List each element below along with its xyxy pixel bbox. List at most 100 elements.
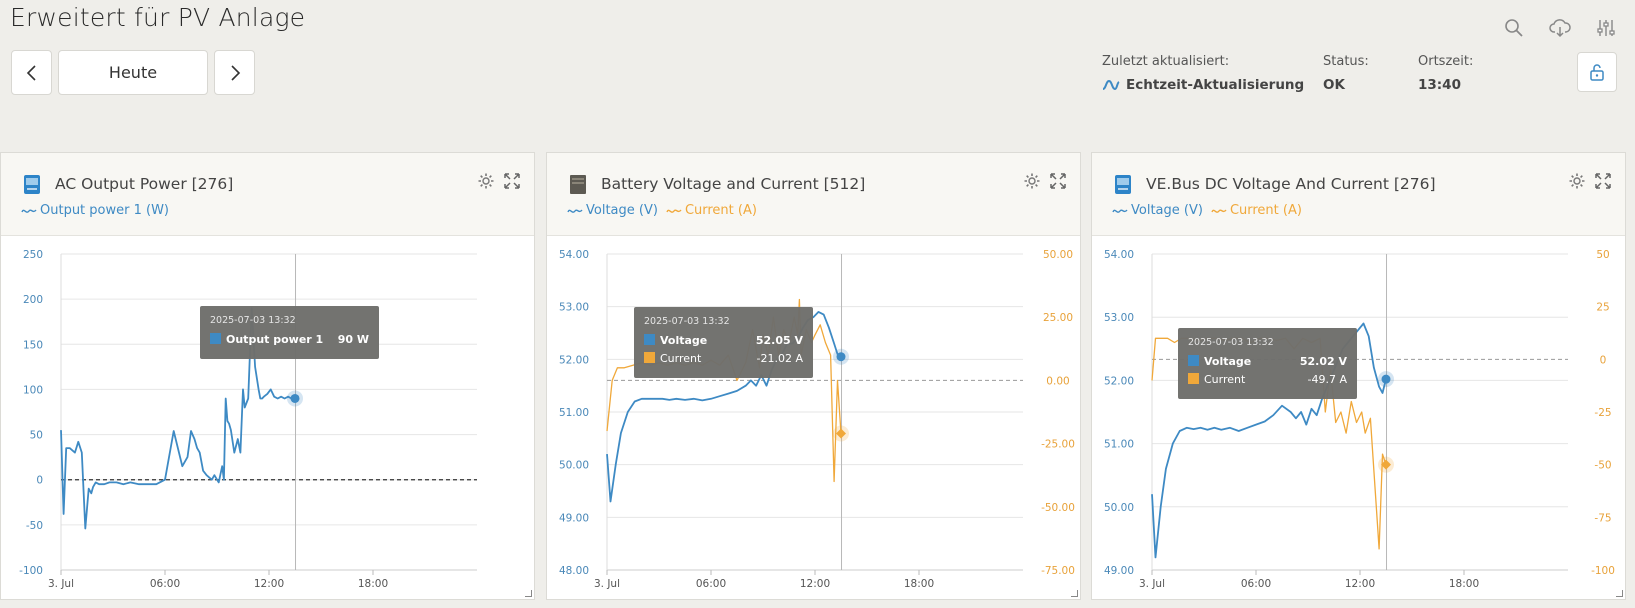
chart-area[interactable]: 54.00 53.00 52.00 51.00 50.00 49.00 48.00 50.00…: [547, 237, 1080, 599]
next-period-button[interactable]: [214, 50, 255, 95]
y-tick-label: 48.00: [559, 565, 589, 577]
unlock-icon: [1590, 64, 1604, 81]
chart-svg: 54.00 53.00 52.00 51.00 50.00 49.00 48.00 50.00…: [559, 249, 1075, 590]
x-tick-label: 12:00: [1345, 578, 1375, 590]
chart-area[interactable]: 54.00 53.00 52.00 51.00 50.00 49.00 50 25 0 -25 -5…: [1092, 237, 1625, 599]
legend-item[interactable]: Voltage (V): [1112, 203, 1203, 218]
gear-icon: [478, 173, 494, 189]
inverter-icon: [24, 175, 40, 194]
resize-handle[interactable]: [1071, 590, 1078, 597]
period-button[interactable]: Heute: [58, 50, 208, 95]
y-tick-label: 100: [23, 384, 43, 396]
last-updated: Zuletzt aktualisiert: Echtzeit-Aktualisi…: [1102, 54, 1304, 93]
x-tick-label: 12:00: [254, 578, 284, 590]
y-tick-label: 50.00: [1104, 502, 1134, 514]
legend-label: Voltage (V): [1131, 203, 1203, 218]
resize-handle[interactable]: [1616, 590, 1623, 597]
y-tick-label: 50.00: [559, 460, 589, 472]
y2-tick-label: 25: [1596, 302, 1609, 314]
panel-expand-button[interactable]: [1593, 171, 1613, 191]
legend-label: Voltage (V): [586, 203, 658, 218]
y2-tick-label: -75: [1594, 512, 1611, 524]
y-tick-label: 53.00: [1104, 312, 1134, 324]
chart-panel: Battery Voltage and Current [512] Voltag…: [546, 152, 1081, 600]
hover-marker: [290, 393, 300, 403]
y-tick-label: 53.00: [559, 302, 589, 314]
search-icon: [1505, 19, 1523, 37]
tooltip: 2025-07-03 13:32 Voltage 52.05 V Current -21…: [634, 307, 813, 378]
y-tick-label: 49.00: [559, 512, 589, 524]
y-tick-label: 54.00: [559, 249, 589, 261]
inverter-icon: [1115, 175, 1131, 194]
period-label: Heute: [108, 63, 158, 82]
y-tick-label: 0: [36, 475, 43, 487]
y2-tick-label: -100: [1591, 565, 1615, 577]
y2-tick-label: -50: [1594, 460, 1611, 472]
y-tick-label: 52.00: [559, 354, 589, 366]
tooltip: 2025-07-03 13:32 Output power 1 90 W: [200, 306, 379, 359]
y-tick-label: -100: [19, 565, 43, 577]
legend-item[interactable]: Voltage (V): [567, 203, 658, 218]
tooltip-series-label: Voltage: [660, 334, 707, 347]
legend-label: Current (A): [684, 203, 757, 218]
legend-label: Output power 1 (W): [40, 203, 170, 218]
y2-tick-label: 0: [1600, 354, 1607, 366]
tooltip: 2025-07-03 13:32 Voltage 52.02 V Current -49…: [1178, 328, 1357, 399]
tooltip-series-value: 90 W: [338, 333, 369, 346]
y2-tick-label: -50.00: [1041, 502, 1075, 514]
tooltip-swatch: [210, 333, 221, 344]
y2-tick-label: -25: [1594, 407, 1611, 419]
tooltip-series-value: -21.02 A: [757, 352, 804, 365]
chart-panel: VE.Bus DC Voltage And Current [276] Volt…: [1091, 152, 1626, 600]
panel-expand-button[interactable]: [502, 171, 522, 191]
legend-item[interactable]: Current (A): [666, 203, 757, 218]
tooltip-series-value: 52.05 V: [756, 334, 804, 347]
panel-settings-button[interactable]: [1022, 171, 1042, 191]
x-tick-label: 18:00: [904, 578, 934, 590]
prev-period-button[interactable]: [11, 50, 52, 95]
chevron-right-icon: [230, 64, 240, 81]
hover-marker: [1381, 374, 1391, 384]
x-tick-label: 18:00: [1449, 578, 1479, 590]
series-wave-icon: [567, 208, 583, 213]
legend-item[interactable]: Current (A): [1211, 203, 1302, 218]
chart-svg: 54.00 53.00 52.00 51.00 50.00 49.00 50 25 0 -25 -5…: [1104, 249, 1615, 590]
settings-sliders-button[interactable]: [1594, 16, 1618, 40]
y-tick-label: 49.00: [1104, 565, 1134, 577]
status-value: OK: [1323, 77, 1345, 93]
y-tick-label: 54.00: [1104, 249, 1134, 261]
gear-icon: [1024, 173, 1040, 189]
panel-settings-button[interactable]: [1567, 171, 1587, 191]
expand-icon: [504, 173, 520, 189]
cloud-download-icon: [1549, 19, 1571, 38]
download-button[interactable]: [1548, 16, 1572, 40]
tooltip-series-label: Current: [1204, 373, 1246, 386]
panel-settings-button[interactable]: [476, 171, 496, 191]
hover-marker: [836, 352, 846, 362]
page-title: Erweitert für PV Anlage: [10, 3, 306, 32]
status-label: Status:: [1323, 54, 1369, 69]
x-tick-label: 18:00: [358, 578, 388, 590]
series-wave-icon: [666, 208, 682, 213]
x-tick-label: 06:00: [150, 578, 180, 590]
x-tick-label: 12:00: [800, 578, 830, 590]
local-time-label: Ortszeit:: [1418, 54, 1474, 69]
panel-expand-button[interactable]: [1048, 171, 1068, 191]
tooltip-series-label: Output power 1: [226, 333, 323, 346]
tooltip-time: 2025-07-03 13:32: [1188, 337, 1274, 348]
x-tick-label: 3. Jul: [594, 578, 620, 590]
series-wave-icon: [21, 208, 37, 213]
y-tick-label: -50: [26, 520, 43, 532]
tooltip-series-value: -49.7 A: [1308, 373, 1348, 386]
resize-handle[interactable]: [525, 590, 532, 597]
chart-area[interactable]: 250 200 150 100 50 0 -50 -100 3. Jul 06:00 12:00 18…: [1, 237, 534, 599]
realtime-wave-icon: [1102, 79, 1120, 91]
y-tick-label: 52.00: [1104, 375, 1134, 387]
last-updated-label: Zuletzt aktualisiert:: [1102, 54, 1230, 69]
y-tick-label: 50: [30, 430, 43, 442]
legend-item[interactable]: Output power 1 (W): [21, 203, 169, 218]
local-time: Ortszeit: 13:40: [1418, 54, 1473, 93]
search-button[interactable]: [1502, 16, 1526, 40]
panel-header: AC Output Power [276] Output power 1 (W): [1, 153, 534, 236]
lock-button[interactable]: [1577, 52, 1617, 92]
